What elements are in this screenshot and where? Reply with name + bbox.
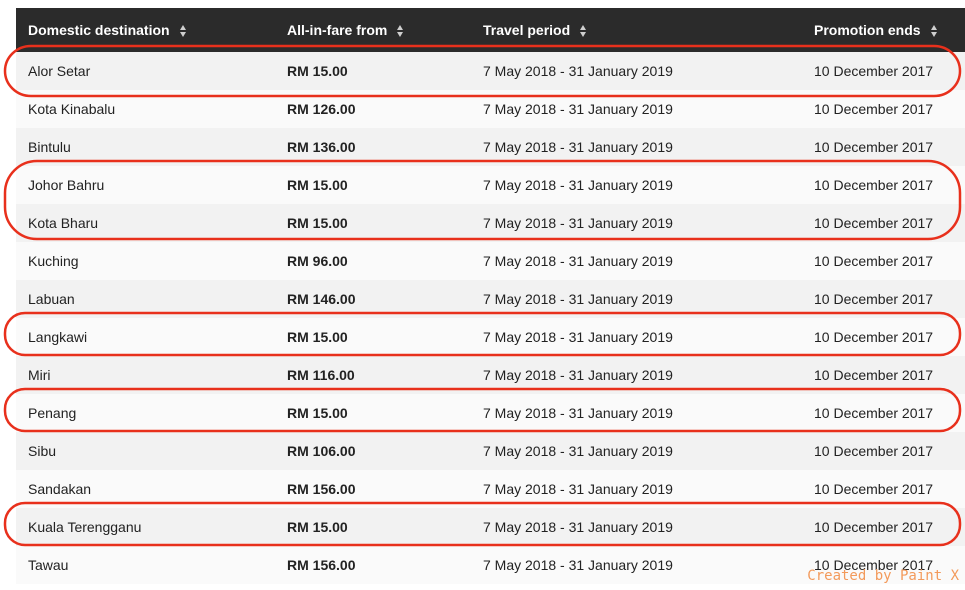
destination-cell: Johor Bahru	[28, 177, 105, 193]
travel-period-cell: 7 May 2018 - 31 January 2019	[483, 329, 673, 345]
column-header-destination[interactable]: Domestic destination	[16, 8, 275, 52]
table-row: Kuala Terengganu RM 15.00 7 May 2018 - 31 …	[16, 508, 965, 546]
promotion-ends-cell: 10 December 2017	[814, 177, 934, 193]
travel-period-cell: 7 May 2018 - 31 January 2019	[483, 367, 673, 383]
fare-cell: RM 15.00	[287, 215, 348, 231]
table-row: Langkawi RM 15.00 7 May 2018 - 31 January …	[16, 318, 965, 356]
watermark: Created by Paint X	[807, 568, 959, 584]
table-row: Kuching RM 96.00 7 May 2018 - 31 January 2…	[16, 242, 965, 280]
table-header: Domestic destination All-in-fare from Tr…	[16, 8, 965, 52]
table-row: Miri RM 116.00 7 May 2018 - 31 January 201…	[16, 356, 965, 394]
destination-cell: Miri	[28, 367, 51, 383]
travel-period-cell: 7 May 2018 - 31 January 2019	[483, 101, 673, 117]
travel-period-cell: 7 May 2018 - 31 January 2019	[483, 177, 673, 193]
column-header-fare[interactable]: All-in-fare from	[275, 8, 471, 52]
travel-period-cell: 7 May 2018 - 31 January 2019	[483, 215, 673, 231]
sort-icon[interactable]	[930, 24, 938, 38]
column-header-label: Travel period	[483, 21, 571, 38]
travel-period-cell: 7 May 2018 - 31 January 2019	[483, 405, 673, 421]
fare-cell: RM 136.00	[287, 139, 356, 155]
column-header-promotion-ends[interactable]: Promotion ends	[802, 8, 965, 52]
promotion-ends-cell: 10 December 2017	[814, 215, 934, 231]
fares-table: Domestic destination All-in-fare from Tr…	[16, 8, 965, 584]
promotion-ends-cell: 10 December 2017	[814, 291, 934, 307]
table-row: Alor Setar RM 15.00 7 May 2018 - 31 Januar…	[16, 52, 965, 90]
sort-icon[interactable]	[397, 24, 404, 38]
column-header-travel-period[interactable]: Travel period	[471, 8, 802, 52]
travel-period-cell: 7 May 2018 - 31 January 2019	[483, 253, 673, 269]
promotion-ends-cell: 10 December 2017	[814, 253, 934, 269]
travel-period-cell: 7 May 2018 - 31 January 2019	[483, 481, 673, 497]
promotion-ends-cell: 10 December 2017	[814, 443, 934, 459]
fare-cell: RM 126.00	[287, 101, 356, 117]
travel-period-cell: 7 May 2018 - 31 January 2019	[483, 557, 673, 573]
fare-cell: RM 15.00	[287, 177, 348, 193]
destination-cell: Sandakan	[28, 481, 92, 497]
header-row: Domestic destination All-in-fare from Tr…	[16, 8, 965, 52]
destination-cell: Penang	[28, 405, 77, 421]
promotion-ends-cell: 10 December 2017	[814, 519, 934, 535]
promotion-ends-cell: 10 December 2017	[814, 329, 934, 345]
table-row: Johor Bahru RM 15.00 7 May 2018 - 31 Janua…	[16, 166, 965, 204]
table-row: Sibu RM 106.00 7 May 2018 - 31 January 201…	[16, 432, 965, 470]
travel-period-cell: 7 May 2018 - 31 January 2019	[483, 291, 673, 307]
fare-cell: RM 106.00	[287, 443, 356, 459]
destination-cell: Tawau	[28, 557, 69, 573]
promotion-ends-cell: 10 December 2017	[814, 481, 934, 497]
promotion-ends-cell: 10 December 2017	[814, 139, 934, 155]
promotion-ends-cell: 10 December 2017	[814, 367, 934, 383]
promotion-ends-cell: 10 December 2017	[814, 405, 934, 421]
destination-cell: Bintulu	[28, 139, 71, 155]
destination-cell: Langkawi	[28, 329, 88, 345]
travel-period-cell: 7 May 2018 - 31 January 2019	[483, 63, 673, 79]
table-row: Sandakan RM 156.00 7 May 2018 - 31 January…	[16, 470, 965, 508]
column-header-label: Promotion ends	[814, 21, 921, 38]
promotion-ends-cell: 10 December 2017	[814, 101, 934, 117]
table-row: Penang RM 15.00 7 May 2018 - 31 January 20…	[16, 394, 965, 432]
sort-icon[interactable]	[580, 24, 587, 38]
travel-period-cell: 7 May 2018 - 31 January 2019	[483, 519, 673, 535]
fare-cell: RM 116.00	[287, 367, 355, 383]
destination-cell: Kuching	[28, 253, 79, 269]
fare-cell: RM 15.00	[287, 63, 348, 79]
destination-cell: Alor Setar	[28, 63, 91, 79]
destination-cell: Kota Kinabalu	[28, 101, 116, 117]
screenshot-stage: Domestic destination All-in-fare from Tr…	[0, 0, 965, 590]
destination-cell: Sibu	[28, 443, 57, 459]
column-header-label: Domestic destination	[28, 21, 170, 38]
destination-cell: Kota Bharu	[28, 215, 99, 231]
fare-cell: RM 15.00	[287, 405, 348, 421]
fare-cell: RM 96.00	[287, 253, 348, 269]
destination-cell: Labuan	[28, 291, 75, 307]
promotion-ends-cell: 10 December 2017	[814, 63, 934, 79]
fare-cell: RM 156.00	[287, 557, 356, 573]
table-row: Kota Kinabalu RM 126.00 7 May 2018 - 31 Ja…	[16, 90, 965, 128]
column-header-label: All-in-fare from	[287, 21, 388, 38]
table-row: Labuan RM 146.00 7 May 2018 - 31 January 2…	[16, 280, 965, 318]
fare-cell: RM 15.00	[287, 519, 348, 535]
travel-period-cell: 7 May 2018 - 31 January 2019	[483, 443, 673, 459]
fare-cell: RM 15.00	[287, 329, 348, 345]
sort-icon[interactable]	[179, 24, 187, 38]
table-body: Alor Setar RM 15.00 7 May 2018 - 31 Januar…	[16, 52, 965, 584]
table-row: Kota Bharu RM 15.00 7 May 2018 - 31 Januar…	[16, 204, 965, 242]
fare-cell: RM 146.00	[287, 291, 356, 307]
destination-cell: Kuala Terengganu	[28, 519, 142, 535]
table-row: Bintulu RM 136.00 7 May 2018 - 31 January …	[16, 128, 965, 166]
fare-cell: RM 156.00	[287, 481, 356, 497]
travel-period-cell: 7 May 2018 - 31 January 2019	[483, 139, 673, 155]
